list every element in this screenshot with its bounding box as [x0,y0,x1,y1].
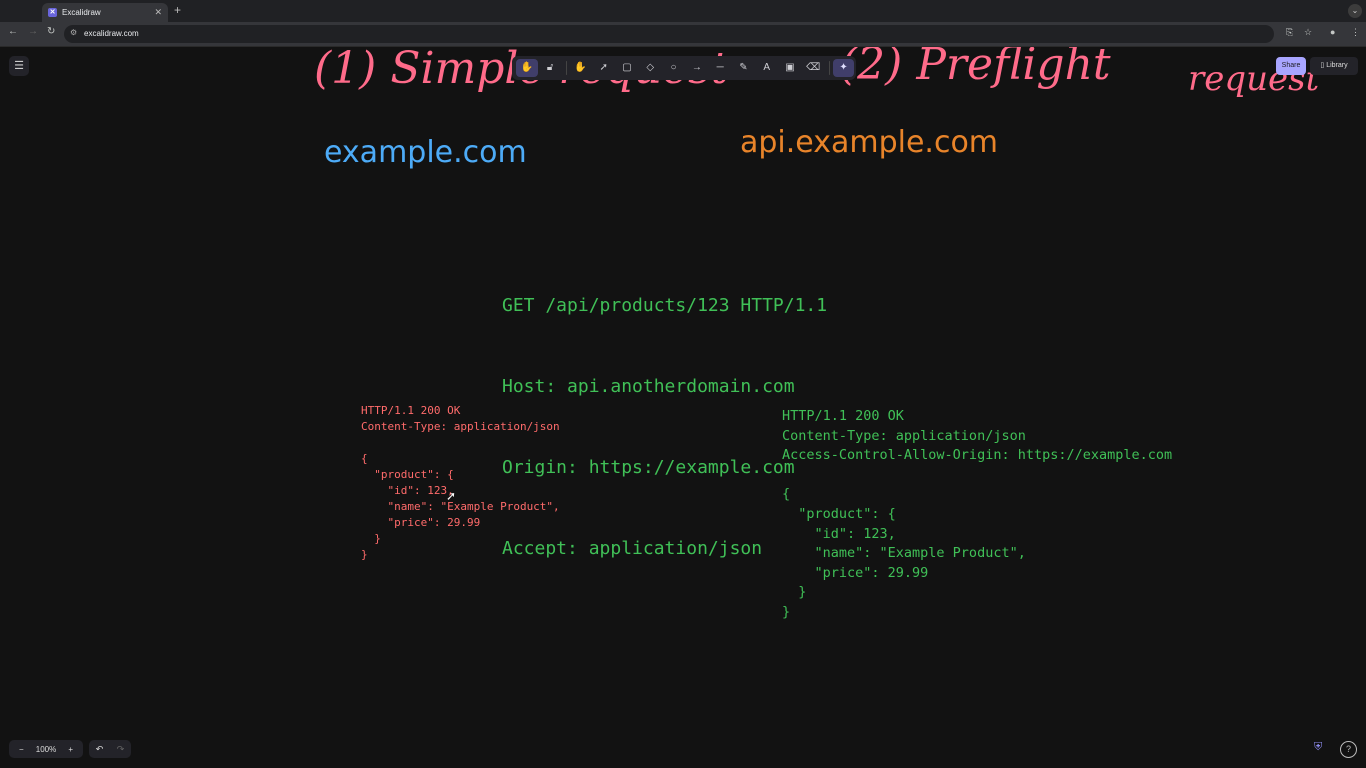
url-text: excalidraw.com [84,29,139,38]
selection-tool-icon[interactable]: ➚ [593,59,615,77]
ai-tool-icon[interactable]: ✦ [832,59,855,77]
excalidraw-favicon-icon: ✕ [48,8,57,17]
shape-toolbar: ✋ 🔓︎ ✋ ➚ ▢ ◇ ○ → ─ ✎ A ▣ ⌫ ✦ [512,56,856,80]
tab-title: Excalidraw [62,8,101,17]
bookmark-star-icon[interactable]: ☆ [1304,27,1312,38]
tab-close-icon[interactable]: ✕ [154,7,162,18]
ellipse-tool-icon[interactable]: ○ [663,59,685,77]
shield-icon[interactable]: ⛨ [1314,741,1322,754]
image-tool-icon[interactable]: ▣ [779,59,801,77]
forward-icon[interactable]: → [28,26,38,37]
diamond-tool-icon[interactable]: ◇ [639,59,661,77]
help-icon[interactable]: ? [1340,741,1357,758]
browser-tab-bar: ✕ Excalidraw ✕ + ⌄ [0,0,1366,22]
drawing-canvas[interactable]: ☰ (1) Simple request (2) Preflight reque… [0,47,1366,768]
line-tool-icon[interactable]: ─ [709,59,731,77]
eraser-tool-icon[interactable]: ⌫ [802,59,824,77]
response-without-cors-block[interactable]: HTTP/1.1 200 OK Content-Type: applicatio… [361,403,560,563]
text-tool-icon[interactable]: A [756,59,778,77]
browser-tab[interactable]: ✕ Excalidraw ✕ [42,3,168,22]
rectangle-tool-icon[interactable]: ▢ [616,59,638,77]
draw-tool-icon[interactable]: ✎ [733,59,755,77]
undo-button[interactable]: ↶ [89,744,110,755]
main-menu-icon[interactable]: ☰ [9,56,29,76]
browser-menu-icon[interactable]: ⋮ [1351,27,1360,38]
request-host: Host: api.anotherdomain.com [502,376,795,397]
zoom-in-button[interactable]: + [58,745,83,754]
address-bar: ← → ↻ ⚙ excalidraw.com ⎘ ☆ ● ⋮ [0,22,1366,47]
response-with-cors-block[interactable]: HTTP/1.1 200 OK Content-Type: applicatio… [782,407,1172,623]
api-domain-label[interactable]: api.example.com [740,125,998,160]
lock-tool-icon[interactable]: 🔓︎ [539,59,561,77]
hand-tool-icon[interactable]: ✋ [570,59,592,77]
library-label: Library [1326,62,1348,69]
mouse-cursor-icon: ➚ [446,489,457,503]
zoom-level-button[interactable]: 100% [34,745,59,754]
library-button[interactable]: ▯ Library [1310,57,1358,75]
request-line: GET /api/products/123 HTTP/1.1 [502,295,828,316]
library-icon: ▯ [1320,62,1325,69]
toolbar-divider [828,61,830,75]
url-field[interactable]: ⚙ excalidraw.com [64,25,1274,43]
reload-icon[interactable]: ↻ [47,26,55,37]
install-app-icon[interactable]: ⎘ [1286,27,1293,38]
site-info-icon[interactable]: ⚙ [70,28,77,37]
zoom-controls: − 100% + [9,740,83,758]
profile-icon[interactable]: ● [1330,27,1335,37]
zoom-out-button[interactable]: − [9,745,34,754]
origin-domain-label[interactable]: example.com [324,135,527,170]
redo-button[interactable]: ↷ [110,744,131,755]
back-icon[interactable]: ← [8,26,18,37]
toolbar-divider [565,61,567,75]
hand-lock-tool-icon[interactable]: ✋ [516,59,538,77]
scribble-preflight[interactable]: (2) Preflight [840,47,1111,90]
new-tab-button[interactable]: + [174,3,181,17]
share-button[interactable]: Share [1276,57,1306,75]
arrow-tool-icon[interactable]: → [686,59,708,77]
history-controls: ↶ ↷ [89,740,131,758]
tab-search-chevron-icon[interactable]: ⌄ [1348,4,1362,18]
